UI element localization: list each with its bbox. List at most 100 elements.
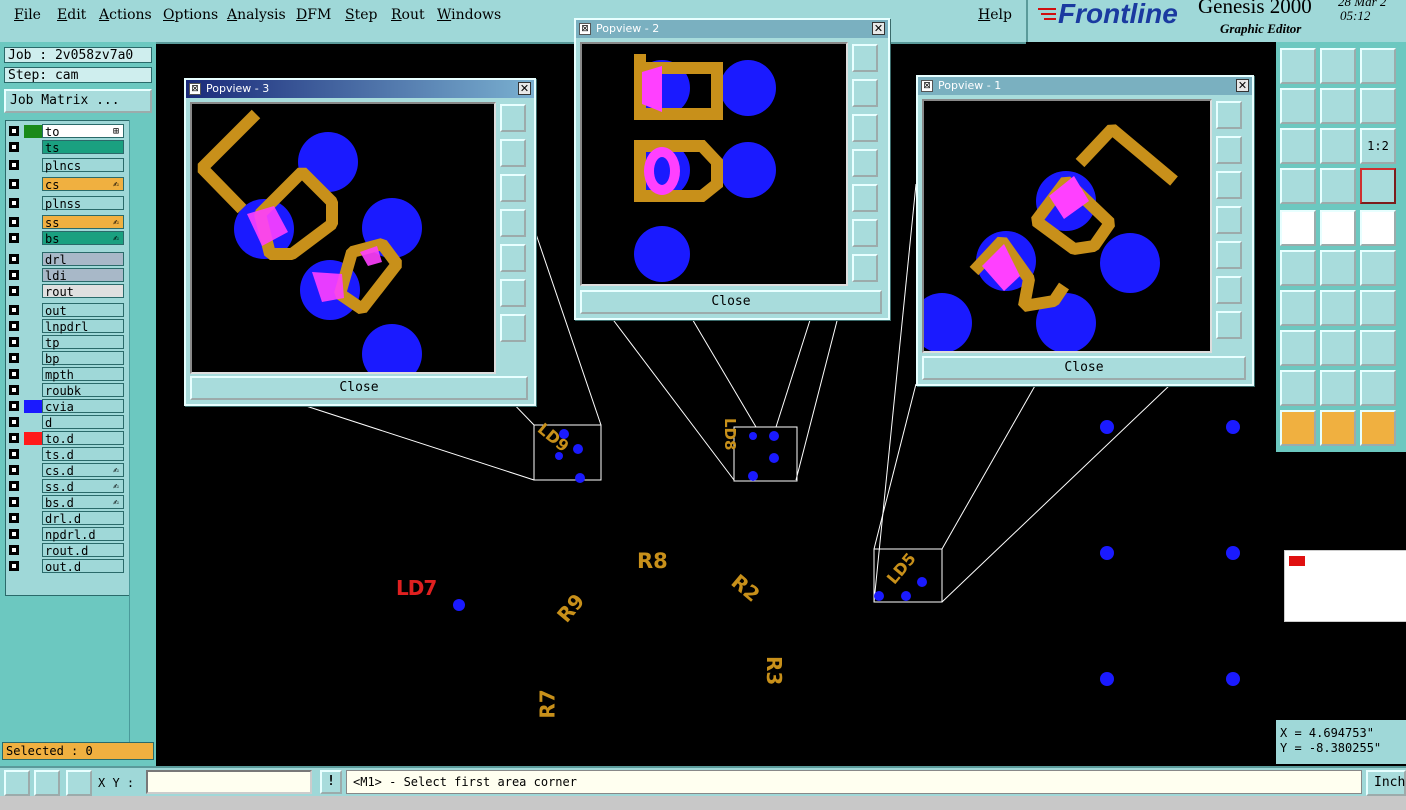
alert-icon[interactable]: ! [320, 770, 342, 794]
layer-checkbox[interactable] [9, 217, 19, 227]
layer-row[interactable]: cs ✍ [6, 177, 129, 192]
layer-row[interactable]: rout.d [6, 543, 129, 558]
horizontal-line-icon[interactable] [1320, 330, 1356, 366]
layer-row[interactable]: ss.d ✍ [6, 479, 129, 494]
layer-row[interactable]: to ⊞ [6, 124, 129, 139]
ruler-icon[interactable] [1360, 210, 1396, 246]
pan-down-icon[interactable] [1216, 171, 1242, 199]
pointer-icon[interactable] [1280, 410, 1316, 446]
zoom-fit-icon[interactable] [1216, 101, 1242, 129]
units-button[interactable]: Inch [1366, 770, 1406, 796]
layer-checkbox[interactable] [9, 529, 19, 539]
layer-checkbox[interactable] [9, 369, 19, 379]
menu-step[interactable]: Step [345, 7, 377, 23]
layer-checkbox[interactable] [9, 321, 19, 331]
pan-right-icon[interactable] [852, 184, 878, 212]
layer-name[interactable]: cvia [42, 399, 124, 414]
select-area-icon[interactable] [1360, 410, 1396, 446]
popview-2-titlebar[interactable]: ⊠ Popview - 2 ✕ [576, 20, 888, 38]
layer-row[interactable]: bs.d ✍ [6, 495, 129, 510]
pan-up-icon[interactable] [852, 79, 878, 107]
zoom-fit-icon[interactable] [500, 104, 526, 132]
pan-left-icon[interactable] [852, 149, 878, 177]
angle-line-icon[interactable] [1280, 290, 1316, 326]
popview-close-button[interactable]: Close [190, 376, 528, 400]
settings-icon[interactable] [1280, 168, 1316, 204]
layer-row[interactable]: drl [6, 252, 129, 267]
layer-name[interactable]: roubk [42, 383, 124, 398]
arc-icon[interactable] [1360, 290, 1396, 326]
measure-icon[interactable] [34, 770, 60, 796]
zoom-in-icon[interactable] [500, 279, 526, 307]
pad-tool-icon[interactable] [1280, 210, 1316, 246]
layer-row[interactable]: cs.d ✍ [6, 463, 129, 478]
layer-name[interactable]: drl [42, 252, 124, 267]
layer-checkbox[interactable] [9, 353, 19, 363]
layer-name[interactable]: npdrl.d [42, 527, 124, 542]
diagonal-line-icon[interactable] [1320, 290, 1356, 326]
triangle-measure-icon[interactable] [1360, 370, 1396, 406]
house-icon[interactable] [1360, 48, 1396, 84]
triangle-icon[interactable] [1280, 370, 1316, 406]
menu-file[interactable]: File [14, 7, 41, 23]
layer-row[interactable]: out.d [6, 559, 129, 574]
layer-row[interactable]: tp [6, 335, 129, 350]
measure-points-icon[interactable] [1360, 250, 1396, 286]
layer-name[interactable]: ss ✍ [42, 215, 124, 230]
overview-panel[interactable] [1276, 452, 1406, 720]
layer-name[interactable]: plnss [42, 196, 124, 211]
layer-name[interactable]: drl.d [42, 511, 124, 526]
popview-3-titlebar[interactable]: ⊠ Popview - 3 ✕ [186, 80, 534, 98]
select-pointer-icon[interactable] [1320, 410, 1356, 446]
menu-options[interactable]: Options [163, 7, 218, 23]
popview-1-canvas[interactable] [922, 99, 1212, 353]
layer-checkbox[interactable] [9, 270, 19, 280]
view-home-icon[interactable] [1280, 48, 1316, 84]
layer-checkbox[interactable] [9, 497, 19, 507]
layer-name[interactable]: tp [42, 335, 124, 350]
job-matrix-button[interactable]: Job Matrix ... [4, 89, 152, 113]
layer-name[interactable]: lnpdrl [42, 319, 124, 334]
layer-name[interactable]: rout [42, 284, 124, 299]
layer-checkbox[interactable] [9, 286, 19, 296]
pan-down-icon[interactable] [852, 114, 878, 142]
zoom-fit-icon[interactable] [852, 44, 878, 72]
zoom-extents-icon[interactable] [1280, 128, 1316, 164]
pan-left-icon[interactable] [500, 209, 526, 237]
layer-name[interactable]: ts [42, 140, 124, 155]
zoom-window-icon[interactable] [4, 770, 30, 796]
popview-1-window[interactable]: ⊠ Popview - 1 ✕ Close [916, 75, 1254, 386]
layer-name[interactable]: bs ✍ [42, 231, 124, 246]
close-icon[interactable]: ✕ [872, 22, 885, 35]
layer-row[interactable]: to.d [6, 431, 129, 446]
layer-name[interactable]: ldi [42, 268, 124, 283]
layer-row[interactable]: bp [6, 351, 129, 366]
menu-windows[interactable]: Windows [437, 7, 501, 23]
zoom-center-icon[interactable] [1320, 128, 1356, 164]
menu-edit[interactable]: Edit [57, 7, 86, 23]
layer-list-scrollbar[interactable] [129, 120, 152, 760]
xy-input[interactable] [146, 770, 312, 794]
zoom-out-icon[interactable] [852, 254, 878, 282]
layer-row[interactable]: ts.d [6, 447, 129, 462]
overview-map[interactable] [1284, 550, 1406, 622]
view-down-icon[interactable] [1320, 48, 1356, 84]
layer-checkbox[interactable] [9, 433, 19, 443]
menu-actions[interactable]: Actions [99, 7, 152, 23]
layer-checkbox[interactable] [9, 513, 19, 523]
zoom-in-icon[interactable] [852, 219, 878, 247]
layer-name[interactable]: d [42, 415, 124, 430]
layer-name[interactable]: mpth [42, 367, 124, 382]
cross-icon[interactable] [1320, 250, 1356, 286]
grid-snap-icon[interactable] [66, 770, 92, 796]
pan-up-icon[interactable] [1216, 136, 1242, 164]
zoom-out-icon[interactable] [1216, 311, 1242, 339]
layer-row[interactable]: d [6, 415, 129, 430]
zoom-out-icon[interactable] [500, 314, 526, 342]
layer-checkbox[interactable] [9, 233, 19, 243]
popview-2-window[interactable]: ⊠ Popview - 2 ✕ Close [574, 18, 890, 320]
layer-row[interactable]: bs ✍ [6, 231, 129, 246]
pan-down-icon[interactable] [500, 174, 526, 202]
popview-1-titlebar[interactable]: ⊠ Popview - 1 ✕ [918, 77, 1252, 95]
pan-up-icon[interactable] [500, 139, 526, 167]
